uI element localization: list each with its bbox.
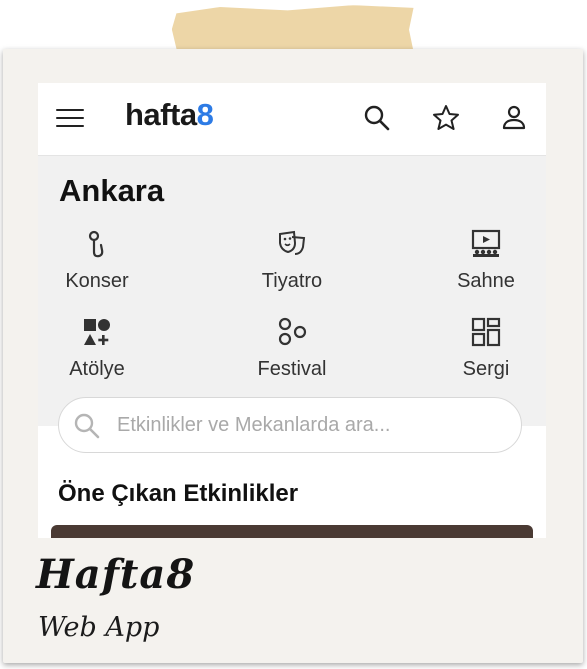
menu-icon[interactable]	[56, 109, 84, 129]
caption-title: Hafta8	[36, 551, 196, 598]
caption-subtitle: Web App	[38, 612, 160, 643]
search-input[interactable]: Etkinlikler ve Mekanlarda ara...	[58, 397, 522, 453]
star-icon[interactable]	[431, 103, 461, 133]
category-sergi[interactable]: Sergi	[431, 316, 541, 381]
category-sahne[interactable]: Sahne	[431, 228, 541, 293]
user-icon[interactable]	[499, 103, 529, 133]
category-tiyatro[interactable]: Tiyatro	[237, 228, 347, 293]
city-title: Ankara	[59, 173, 165, 208]
app-screen: hafta8 Ankara Konser Tiyatro Sahne Atöly…	[38, 83, 546, 538]
featured-event-image[interactable]	[51, 525, 533, 538]
top-bar: hafta8	[38, 83, 546, 156]
stage-icon	[471, 229, 501, 257]
search-icon	[74, 413, 100, 439]
logo[interactable]: hafta8	[125, 97, 214, 133]
category-festival[interactable]: Festival	[237, 316, 347, 381]
shapes-icon	[84, 319, 110, 345]
festival-icon	[278, 317, 307, 346]
gallery-icon	[471, 317, 501, 347]
theater-mask-icon	[279, 230, 306, 255]
category-konser[interactable]: Konser	[42, 228, 152, 293]
search-icon[interactable]	[362, 103, 392, 133]
category-atolye[interactable]: Atölye	[42, 316, 152, 381]
search-placeholder: Etkinlikler ve Mekanlarda ara...	[117, 414, 391, 436]
microphone-icon	[88, 230, 104, 258]
featured-title: Öne Çıkan Etkinlikler	[58, 480, 299, 507]
